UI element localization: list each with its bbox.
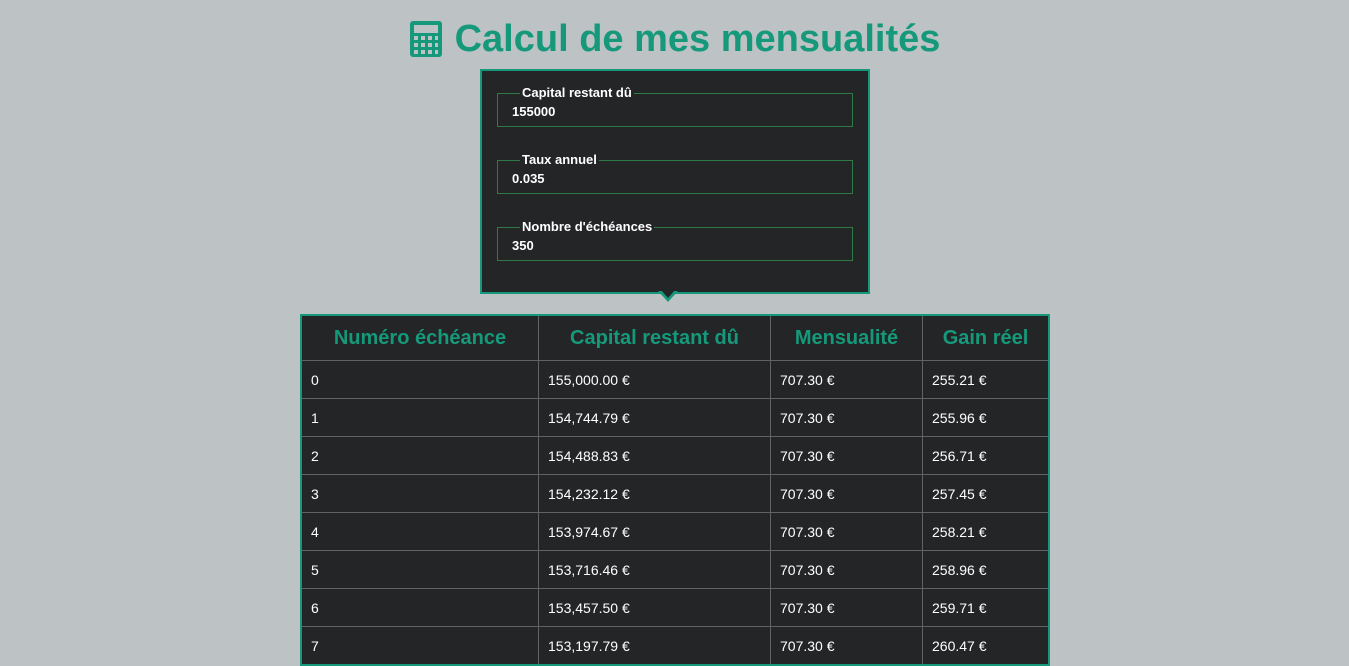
- cell-monthly-payment: 707.30 €: [770, 474, 923, 513]
- table-row: 1 154,744.79 € 707.30 € 255.96 €: [300, 398, 1050, 437]
- installments-fieldset: Nombre d'échéances: [497, 220, 853, 261]
- cell-remaining-capital: 154,488.83 €: [538, 436, 771, 475]
- form-pointer-arrow-inner: [661, 290, 675, 298]
- cell-real-gain: 260.47 €: [922, 626, 1050, 666]
- cell-real-gain: 257.45 €: [922, 474, 1050, 513]
- cell-remaining-capital: 153,974.67 €: [538, 512, 771, 551]
- header-installment-number: Numéro échéance: [300, 314, 539, 361]
- table-row: 7 153,197.79 € 707.30 € 260.47 €: [300, 626, 1050, 666]
- cell-remaining-capital: 154,744.79 €: [538, 398, 771, 437]
- table-row: 4 153,974.67 € 707.30 € 258.21 €: [300, 512, 1050, 551]
- cell-real-gain: 259.71 €: [922, 588, 1050, 627]
- header-remaining-capital: Capital restant dû: [538, 314, 771, 361]
- header-monthly-payment: Mensualité: [770, 314, 923, 361]
- cell-installment-number: 5: [300, 550, 539, 589]
- cell-monthly-payment: 707.30 €: [770, 550, 923, 589]
- cell-monthly-payment: 707.30 €: [770, 626, 923, 666]
- cell-remaining-capital: 154,232.12 €: [538, 474, 771, 513]
- table-row: 6 153,457.50 € 707.30 € 259.71 €: [300, 588, 1050, 627]
- cell-real-gain: 258.96 €: [922, 550, 1050, 589]
- cell-monthly-payment: 707.30 €: [770, 588, 923, 627]
- capital-fieldset: Capital restant dû: [497, 86, 853, 127]
- capital-input[interactable]: [512, 104, 812, 119]
- cell-monthly-payment: 707.30 €: [770, 398, 923, 437]
- cell-real-gain: 255.96 €: [922, 398, 1050, 437]
- table-row: 5 153,716.46 € 707.30 € 258.96 €: [300, 550, 1050, 589]
- cell-installment-number: 4: [300, 512, 539, 551]
- loan-form: Capital restant dû Taux annuel Nombre d'…: [480, 69, 870, 294]
- cell-remaining-capital: 153,716.46 €: [538, 550, 771, 589]
- calculator-icon: [409, 21, 442, 57]
- cell-installment-number: 1: [300, 398, 539, 437]
- cell-real-gain: 255.21 €: [922, 360, 1050, 399]
- page-title: Calcul de mes mensualités: [454, 18, 941, 60]
- header-real-gain: Gain réel: [922, 314, 1050, 361]
- table-header-row: Numéro échéance Capital restant dû Mensu…: [300, 314, 1050, 361]
- rate-label: Taux annuel: [522, 152, 597, 167]
- cell-remaining-capital: 153,197.79 €: [538, 626, 771, 666]
- rate-fieldset: Taux annuel: [497, 153, 853, 194]
- table-row: 3 154,232.12 € 707.30 € 257.45 €: [300, 474, 1050, 513]
- cell-installment-number: 3: [300, 474, 539, 513]
- cell-installment-number: 7: [300, 626, 539, 666]
- cell-real-gain: 256.71 €: [922, 436, 1050, 475]
- cell-monthly-payment: 707.30 €: [770, 436, 923, 475]
- cell-installment-number: 0: [300, 360, 539, 399]
- cell-installment-number: 6: [300, 588, 539, 627]
- table-row: 0 155,000.00 € 707.30 € 255.21 €: [300, 360, 1050, 399]
- cell-remaining-capital: 153,457.50 €: [538, 588, 771, 627]
- cell-remaining-capital: 155,000.00 €: [538, 360, 771, 399]
- rate-input[interactable]: [512, 171, 812, 186]
- cell-monthly-payment: 707.30 €: [770, 512, 923, 551]
- table-row: 2 154,488.83 € 707.30 € 256.71 €: [300, 436, 1050, 475]
- page-header: Calcul de mes mensualités: [0, 17, 1349, 61]
- installments-input[interactable]: [512, 238, 812, 253]
- cell-monthly-payment: 707.30 €: [770, 360, 923, 399]
- cell-installment-number: 2: [300, 436, 539, 475]
- amortization-table: Numéro échéance Capital restant dû Mensu…: [300, 314, 1050, 666]
- installments-label: Nombre d'échéances: [522, 219, 653, 234]
- cell-real-gain: 258.21 €: [922, 512, 1050, 551]
- capital-label: Capital restant dû: [522, 85, 632, 100]
